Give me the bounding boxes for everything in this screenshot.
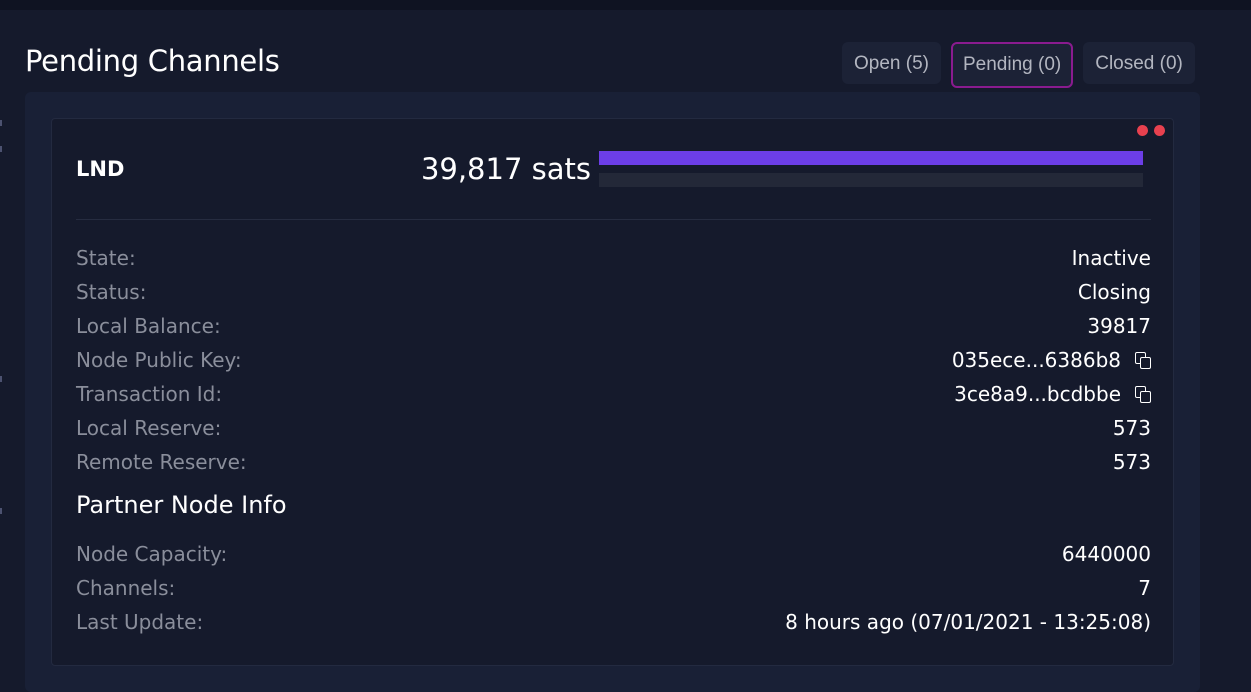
detail-row-state: State: Inactive [76, 241, 1151, 275]
detail-row-local-reserve: Local Reserve: 573 [76, 411, 1151, 445]
detail-label: Local Reserve: [76, 416, 222, 440]
transaction-id-value: 3ce8a9...bcdbbe [954, 382, 1121, 406]
detail-label: Node Capacity: [76, 542, 228, 566]
tab-closed[interactable]: Closed (0) [1083, 42, 1195, 84]
detail-value: 573 [1112, 416, 1151, 440]
detail-value: 39817 [1087, 314, 1151, 338]
detail-label: Node Public Key: [76, 348, 242, 372]
detail-value: 573 [1112, 450, 1151, 474]
detail-value: 6440000 [1061, 542, 1151, 566]
detail-value: Closing [1077, 280, 1151, 304]
top-bar [0, 0, 1251, 10]
detail-label: State: [76, 246, 136, 270]
tab-open[interactable]: Open (5) [842, 42, 941, 84]
detail-row-local-balance: Local Balance: 39817 [76, 309, 1151, 343]
channel-filter-tabs: Open (5) Pending (0) Closed (0) [842, 42, 1195, 88]
tab-pending[interactable]: Pending (0) [950, 42, 1074, 88]
partner-details: Node Capacity: 6440000 Channels: 7 Last … [76, 537, 1151, 639]
status-dot-icon [1137, 125, 1148, 136]
status-dot-icon [1154, 125, 1165, 136]
public-key-value: 035ece...6386b8 [951, 348, 1121, 372]
detail-value: 7 [1138, 576, 1151, 600]
partner-row-channels: Channels: 7 [76, 571, 1151, 605]
balance-bar [599, 151, 1143, 187]
detail-row-remote-reserve: Remote Reserve: 573 [76, 445, 1151, 479]
copy-icon[interactable] [1135, 386, 1151, 403]
sidebar-edge [0, 120, 2, 520]
channel-details: State: Inactive Status: Closing Local Ba… [76, 241, 1151, 479]
detail-label: Local Balance: [76, 314, 221, 338]
divider [76, 219, 1151, 220]
local-balance-fill [599, 151, 1143, 165]
detail-label: Last Update: [76, 610, 204, 634]
detail-label: Transaction Id: [76, 382, 223, 406]
status-indicator [1137, 125, 1165, 136]
partner-row-last-update: Last Update: 8 hours ago (07/01/2021 - 1… [76, 605, 1151, 639]
detail-value: Inactive [1071, 246, 1151, 270]
detail-label: Channels: [76, 576, 176, 600]
detail-value-wrap: 035ece...6386b8 [952, 348, 1151, 372]
detail-label: Remote Reserve: [76, 450, 247, 474]
detail-label: Status: [76, 280, 147, 304]
partner-node-title: Partner Node Info [76, 491, 287, 519]
detail-row-transaction-id: Transaction Id: 3ce8a9...bcdbbe [76, 377, 1151, 411]
channel-card[interactable]: LND 39,817 sats State: Inactive Status: … [51, 118, 1174, 666]
page-title: Pending Channels [25, 44, 280, 78]
partner-row-capacity: Node Capacity: 6440000 [76, 537, 1151, 571]
detail-value-wrap: 3ce8a9...bcdbbe [954, 382, 1151, 406]
copy-icon[interactable] [1135, 352, 1151, 369]
detail-row-status: Status: Closing [76, 275, 1151, 309]
remote-balance-track [599, 173, 1143, 187]
detail-row-public-key: Node Public Key: 035ece...6386b8 [76, 343, 1151, 377]
detail-value: 8 hours ago (07/01/2021 - 13:25:08) [785, 610, 1151, 634]
channel-amount: 39,817 sats [420, 152, 591, 186]
node-alias: LND [76, 157, 125, 181]
